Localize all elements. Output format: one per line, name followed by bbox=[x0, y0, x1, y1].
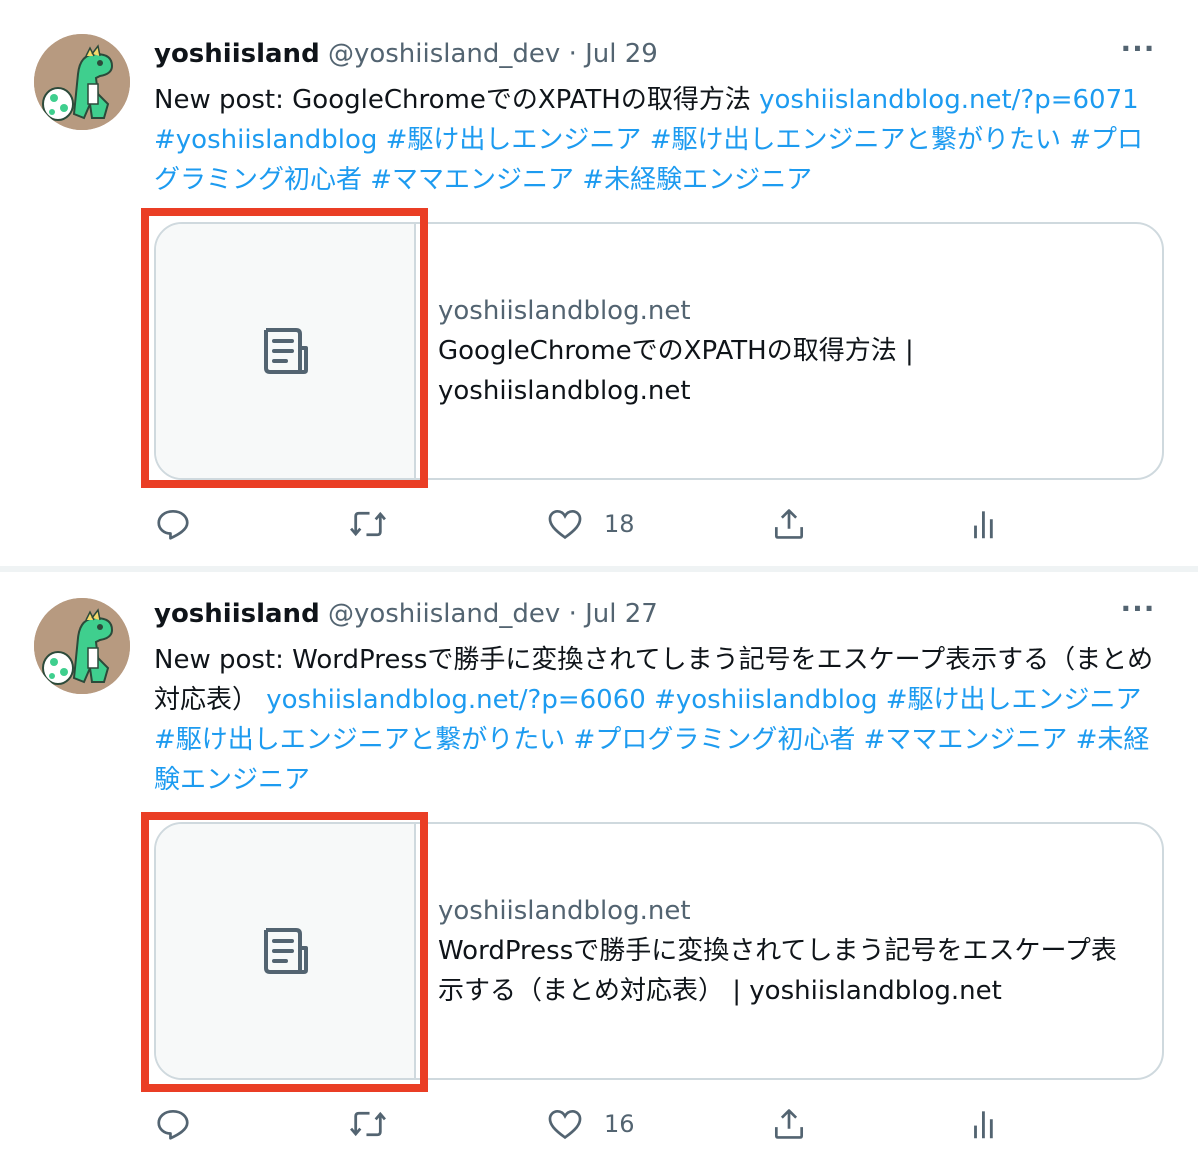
dinosaur-avatar-image bbox=[34, 34, 130, 130]
tweet-actions: 18 bbox=[154, 504, 1004, 544]
like-count: 18 bbox=[604, 510, 635, 538]
reply-icon bbox=[157, 509, 189, 540]
display-name[interactable]: yoshiisland bbox=[154, 599, 320, 629]
card-thumbnail bbox=[156, 224, 416, 478]
reply-button[interactable] bbox=[154, 504, 212, 544]
article-icon bbox=[264, 928, 308, 974]
tweet[interactable]: yoshiisland @yoshiisland_dev · Jul 27 ··… bbox=[0, 572, 1198, 1172]
card-domain: yoshiislandblog.net bbox=[438, 896, 691, 926]
card-text: yoshiislandblog.net GoogleChromeでのXPATHの… bbox=[438, 224, 1142, 478]
reply-button[interactable] bbox=[154, 1104, 212, 1144]
separator: · bbox=[568, 599, 577, 629]
tweet-link-hashtags[interactable]: yoshiislandblog.net/?p=6060 #yoshiisland… bbox=[154, 685, 1149, 795]
more-options-button[interactable]: ··· bbox=[1118, 594, 1158, 634]
tweet-header: yoshiisland @yoshiisland_dev · Jul 27 ··… bbox=[154, 594, 1158, 634]
dinosaur-avatar-image bbox=[34, 598, 130, 694]
analytics-button[interactable] bbox=[966, 504, 1024, 544]
heart-icon bbox=[548, 509, 582, 540]
tweet-text: New post: WordPressで勝手に変換されてしまう記号をエスケープ表… bbox=[154, 640, 1164, 800]
analytics-icon bbox=[974, 511, 993, 539]
retweet-button[interactable] bbox=[348, 504, 408, 544]
share-button[interactable] bbox=[770, 1104, 828, 1144]
like-button[interactable]: 16 bbox=[546, 1104, 635, 1144]
link-card[interactable]: yoshiislandblog.net GoogleChromeでのXPATHの… bbox=[154, 222, 1164, 480]
more-options-button[interactable]: ··· bbox=[1118, 34, 1158, 74]
tweet-header: yoshiisland @yoshiisland_dev · Jul 29 ··… bbox=[154, 34, 1158, 74]
like-button[interactable]: 18 bbox=[546, 504, 635, 544]
card-domain: yoshiislandblog.net bbox=[438, 296, 691, 326]
tweet-text: New post: GoogleChromeでのXPATHの取得方法 yoshi… bbox=[154, 80, 1164, 200]
tweet-text-plain: New post: GoogleChromeでのXPATHの取得方法 bbox=[154, 85, 760, 115]
analytics-icon bbox=[974, 1111, 993, 1139]
tweet-date[interactable]: Jul 29 bbox=[585, 39, 658, 69]
share-button[interactable] bbox=[770, 504, 828, 544]
tweet[interactable]: yoshiisland @yoshiisland_dev · Jul 29 ··… bbox=[0, 0, 1198, 566]
handle[interactable]: @yoshiisland_dev bbox=[328, 39, 560, 69]
card-thumbnail bbox=[156, 824, 416, 1078]
heart-icon bbox=[548, 1109, 582, 1140]
handle[interactable]: @yoshiisland_dev bbox=[328, 599, 560, 629]
tweet-actions: 16 bbox=[154, 1104, 1004, 1144]
avatar[interactable] bbox=[34, 598, 130, 694]
retweet-button[interactable] bbox=[348, 1104, 408, 1144]
article-icon bbox=[264, 328, 308, 374]
retweet-icon bbox=[350, 1111, 386, 1137]
card-title: WordPressで勝手に変換されてしまう記号をエスケープ表示する（まとめ対応表… bbox=[438, 936, 1117, 1006]
separator: · bbox=[568, 39, 577, 69]
card-text: yoshiislandblog.net WordPressで勝手に変換されてしま… bbox=[438, 824, 1142, 1078]
reply-icon bbox=[157, 1109, 189, 1140]
like-count: 16 bbox=[604, 1110, 635, 1138]
link-card[interactable]: yoshiislandblog.net WordPressで勝手に変換されてしま… bbox=[154, 822, 1164, 1080]
share-icon bbox=[774, 1109, 804, 1139]
analytics-button[interactable] bbox=[966, 1104, 1024, 1144]
share-icon bbox=[774, 509, 804, 539]
avatar[interactable] bbox=[34, 34, 130, 130]
card-title: GoogleChromeでのXPATHの取得方法 | yoshiislandbl… bbox=[438, 336, 914, 406]
retweet-icon bbox=[350, 511, 386, 537]
display-name[interactable]: yoshiisland bbox=[154, 39, 320, 69]
tweet-date[interactable]: Jul 27 bbox=[585, 599, 658, 629]
